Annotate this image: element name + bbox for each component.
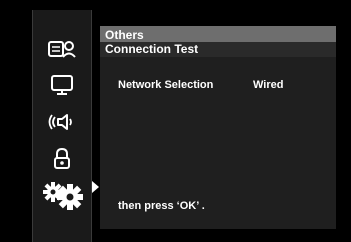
- network-selection-value[interactable]: Wired: [253, 79, 283, 92]
- selection-arrow-icon: [92, 181, 99, 193]
- gears-icon[interactable]: [33, 180, 91, 210]
- network-selection-label[interactable]: Network Selection: [118, 79, 213, 92]
- section-title: Others: [105, 28, 144, 42]
- display-user-icon[interactable]: [33, 34, 91, 64]
- footer-hint: then press ‘OK’ .: [118, 200, 205, 212]
- monitor-icon[interactable]: [33, 70, 91, 100]
- header: Others Connection Test: [100, 26, 336, 57]
- sidebar: [32, 10, 92, 242]
- page-subtitle: Connection Test: [105, 42, 199, 56]
- main-panel: Others Connection Test Network Selection…: [100, 26, 336, 229]
- speaker-icon[interactable]: [33, 107, 91, 137]
- lock-icon[interactable]: [33, 144, 91, 174]
